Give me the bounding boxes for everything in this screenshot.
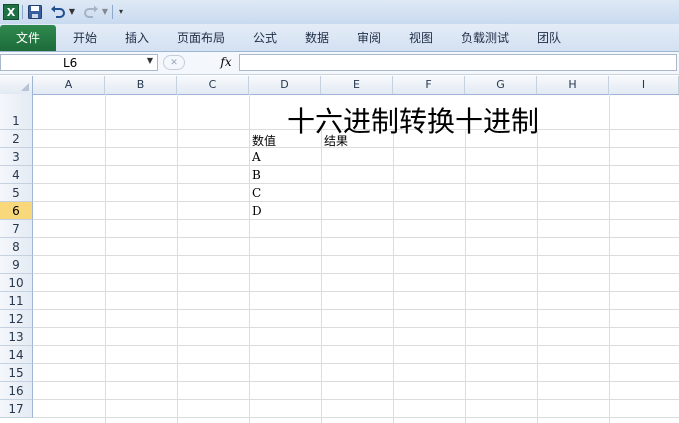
title-bar: X ▼ ▼ ▾ xyxy=(0,0,679,24)
formula-cancel-icon[interactable]: ✕ xyxy=(163,55,185,70)
row-header-10[interactable]: 10 xyxy=(0,274,33,292)
name-box[interactable]: L6 ▼ xyxy=(0,54,158,71)
select-all-button[interactable] xyxy=(0,76,33,94)
gridline xyxy=(609,94,610,423)
cell-d6[interactable]: D xyxy=(252,204,262,218)
ribbon-tab-bar: 文件 开始 插入 页面布局 公式 数据 审阅 视图 负载测试 团队 xyxy=(0,24,679,52)
tab-review[interactable]: 审阅 xyxy=(350,28,388,48)
row-header-5[interactable]: 5 xyxy=(0,184,33,202)
gridline xyxy=(33,183,679,184)
cell-d4[interactable]: B xyxy=(252,168,261,182)
column-header-f[interactable]: F xyxy=(393,76,465,94)
gridline xyxy=(33,237,679,238)
redo-icon[interactable] xyxy=(82,3,100,20)
cell-d5[interactable]: C xyxy=(252,186,261,200)
row-header-7[interactable]: 7 xyxy=(0,220,33,238)
gridline xyxy=(33,381,679,382)
column-header-b[interactable]: B xyxy=(105,76,177,94)
row-header-16[interactable]: 16 xyxy=(0,382,33,400)
customize-quick-access-icon[interactable]: ▾ xyxy=(116,3,126,20)
gridline xyxy=(177,94,178,423)
gridline xyxy=(33,345,679,346)
gridline xyxy=(33,255,679,256)
undo-dropdown-icon[interactable]: ▼ xyxy=(68,3,76,20)
undo-icon[interactable] xyxy=(49,3,67,20)
cell-d2[interactable]: 数值 xyxy=(252,132,276,149)
row-header-14[interactable]: 14 xyxy=(0,346,33,364)
column-header-a[interactable]: A xyxy=(33,76,105,94)
gridline xyxy=(393,130,394,423)
gridline xyxy=(249,94,250,423)
worksheet-grid[interactable]: A B C D E F G H I 1 2 3 4 5 6 7 8 9 10 1… xyxy=(0,76,679,423)
gridline xyxy=(33,147,679,148)
gridline xyxy=(105,94,106,423)
gridline xyxy=(33,273,679,274)
tab-team[interactable]: 团队 xyxy=(530,28,568,48)
gridline xyxy=(33,363,679,364)
gridline xyxy=(33,201,679,202)
cell-e2[interactable]: 结果 xyxy=(324,132,348,149)
column-header-e[interactable]: E xyxy=(321,76,393,94)
gridline xyxy=(33,399,679,400)
row-header-6[interactable]: 6 xyxy=(0,202,33,220)
formula-bar: L6 ▼ ✕ fx xyxy=(0,52,679,75)
row-header-1[interactable]: 1 xyxy=(0,94,33,130)
row-header-8[interactable]: 8 xyxy=(0,238,33,256)
quick-access-separator xyxy=(22,5,23,19)
tab-home[interactable]: 开始 xyxy=(66,28,104,48)
gridline xyxy=(321,130,322,423)
column-header-d[interactable]: D xyxy=(249,76,321,94)
redo-dropdown-icon[interactable]: ▼ xyxy=(101,3,109,20)
column-header-row: A B C D E F G H I xyxy=(0,76,679,95)
name-box-dropdown-icon[interactable]: ▼ xyxy=(147,56,153,65)
column-header-h[interactable]: H xyxy=(537,76,609,94)
tab-insert[interactable]: 插入 xyxy=(118,28,156,48)
gridline xyxy=(537,130,538,423)
gridline xyxy=(33,327,679,328)
save-icon[interactable] xyxy=(27,3,43,20)
row-header-3[interactable]: 3 xyxy=(0,148,33,166)
formula-input[interactable] xyxy=(239,54,677,71)
gridline xyxy=(33,165,679,166)
column-header-g[interactable]: G xyxy=(465,76,537,94)
gridline xyxy=(465,130,466,423)
column-header-c[interactable]: C xyxy=(177,76,249,94)
tab-data[interactable]: 数据 xyxy=(298,28,336,48)
gridline xyxy=(33,417,679,418)
tab-page-layout[interactable]: 页面布局 xyxy=(170,28,232,48)
row-header-4[interactable]: 4 xyxy=(0,166,33,184)
tab-view[interactable]: 视图 xyxy=(402,28,440,48)
column-header-i[interactable]: I xyxy=(609,76,679,94)
insert-function-icon[interactable]: fx xyxy=(216,54,236,71)
quick-access-separator xyxy=(112,5,113,19)
excel-logo-icon[interactable]: X xyxy=(3,4,19,20)
gridline xyxy=(33,291,679,292)
row-header-11[interactable]: 11 xyxy=(0,292,33,310)
cell-d3[interactable]: A xyxy=(252,150,261,164)
tab-load-test[interactable]: 负载测试 xyxy=(454,28,516,48)
row-header-9[interactable]: 9 xyxy=(0,256,33,274)
tab-file[interactable]: 文件 xyxy=(0,25,56,51)
gridline xyxy=(33,309,679,310)
row-header-15[interactable]: 15 xyxy=(0,364,33,382)
row-header-12[interactable]: 12 xyxy=(0,310,33,328)
gridline xyxy=(33,219,679,220)
tab-formulas[interactable]: 公式 xyxy=(246,28,284,48)
row-header-2[interactable]: 2 xyxy=(0,130,33,148)
row-header-17[interactable]: 17 xyxy=(0,400,33,418)
name-box-value: L6 xyxy=(63,56,78,70)
row-header-13[interactable]: 13 xyxy=(0,328,33,346)
